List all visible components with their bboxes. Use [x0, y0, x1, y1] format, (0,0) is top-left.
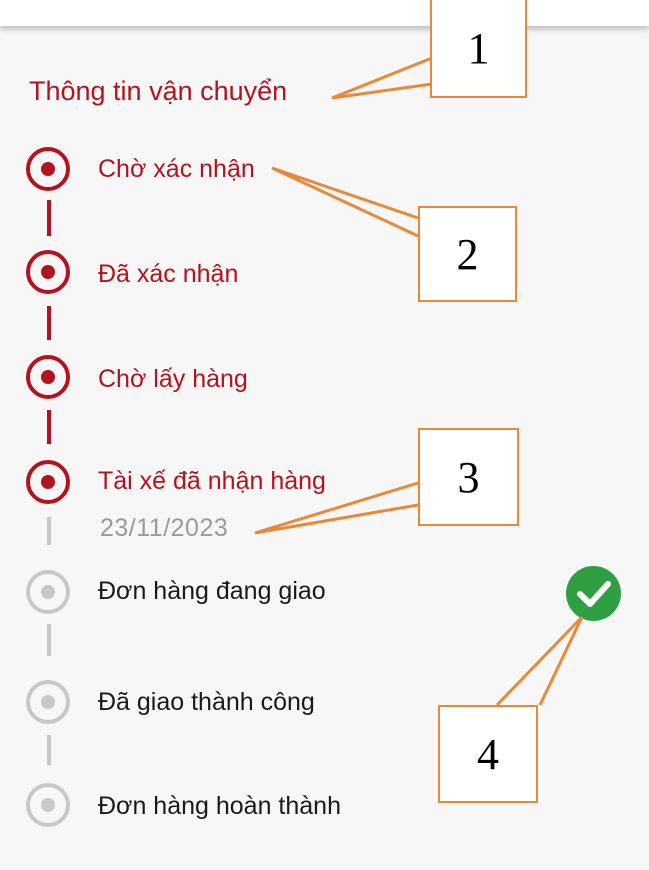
- step-connector: [47, 200, 51, 236]
- callout-leader-lines: [254, 56, 584, 707]
- step-connector: [47, 624, 51, 656]
- top-bar: [0, 0, 649, 26]
- section-title: Thông tin vận chuyển: [29, 76, 288, 106]
- step-1-radio-icon: [26, 147, 70, 191]
- leader-line-1: [331, 56, 433, 100]
- leader-line-4: [495, 615, 584, 707]
- callout-1: 1: [430, 0, 527, 98]
- step-4-label: Tài xế đã nhận hàng: [98, 467, 326, 495]
- step-connector: [47, 517, 51, 545]
- step-2-label: Đã xác nhận: [98, 260, 239, 288]
- step-4-date: 23/11/2023: [100, 514, 229, 542]
- step-6-label: Đã giao thành công: [98, 688, 315, 716]
- step-5-radio-icon: [26, 570, 70, 614]
- step-5-label: Đơn hàng đang giao: [98, 577, 326, 605]
- step-6-radio-icon: [26, 680, 70, 724]
- check-circle-icon: [566, 566, 621, 621]
- step-1-label: Chờ xác nhận: [98, 155, 255, 183]
- step-connector: [47, 735, 51, 765]
- step-7-radio-icon: [26, 783, 70, 827]
- callout-1-number: 1: [467, 23, 490, 73]
- callout-4-number: 4: [477, 729, 499, 779]
- callout-2-number: 2: [456, 229, 479, 279]
- step-3-label: Chờ lấy hàng: [98, 365, 248, 393]
- leader-line-2: [271, 166, 419, 238]
- step-3-radio-icon: [26, 355, 70, 399]
- callout-3: 3: [418, 428, 519, 526]
- callout-4: 4: [438, 705, 538, 803]
- step-4-radio-icon: [26, 460, 70, 504]
- step-connector: [47, 306, 51, 340]
- step-2-radio-icon: [26, 250, 70, 294]
- check-icon: [577, 581, 611, 607]
- callout-2: 2: [418, 206, 517, 302]
- step-connector: [47, 410, 51, 444]
- step-7-label: Đơn hàng hoàn thành: [98, 792, 341, 820]
- callout-3-number: 3: [457, 452, 480, 502]
